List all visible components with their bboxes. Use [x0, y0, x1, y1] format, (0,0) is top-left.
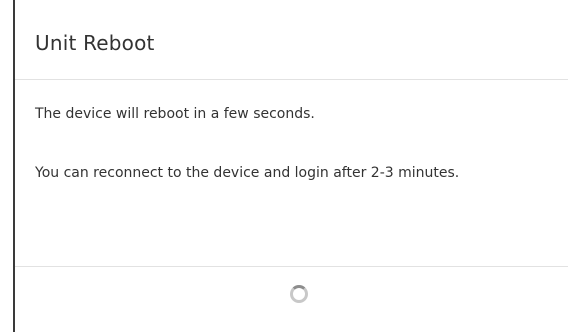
- unit-reboot-dialog: Unit Reboot The device will reboot in a …: [13, 0, 568, 332]
- reconnect-message: You can reconnect to the device and logi…: [35, 165, 460, 181]
- loading-spinner-icon: [290, 285, 308, 303]
- reboot-message: The device will reboot in a few seconds.: [35, 106, 315, 122]
- dialog-footer: [15, 266, 568, 332]
- dialog-header: Unit Reboot: [15, 0, 568, 80]
- dialog-title: Unit Reboot: [35, 31, 155, 55]
